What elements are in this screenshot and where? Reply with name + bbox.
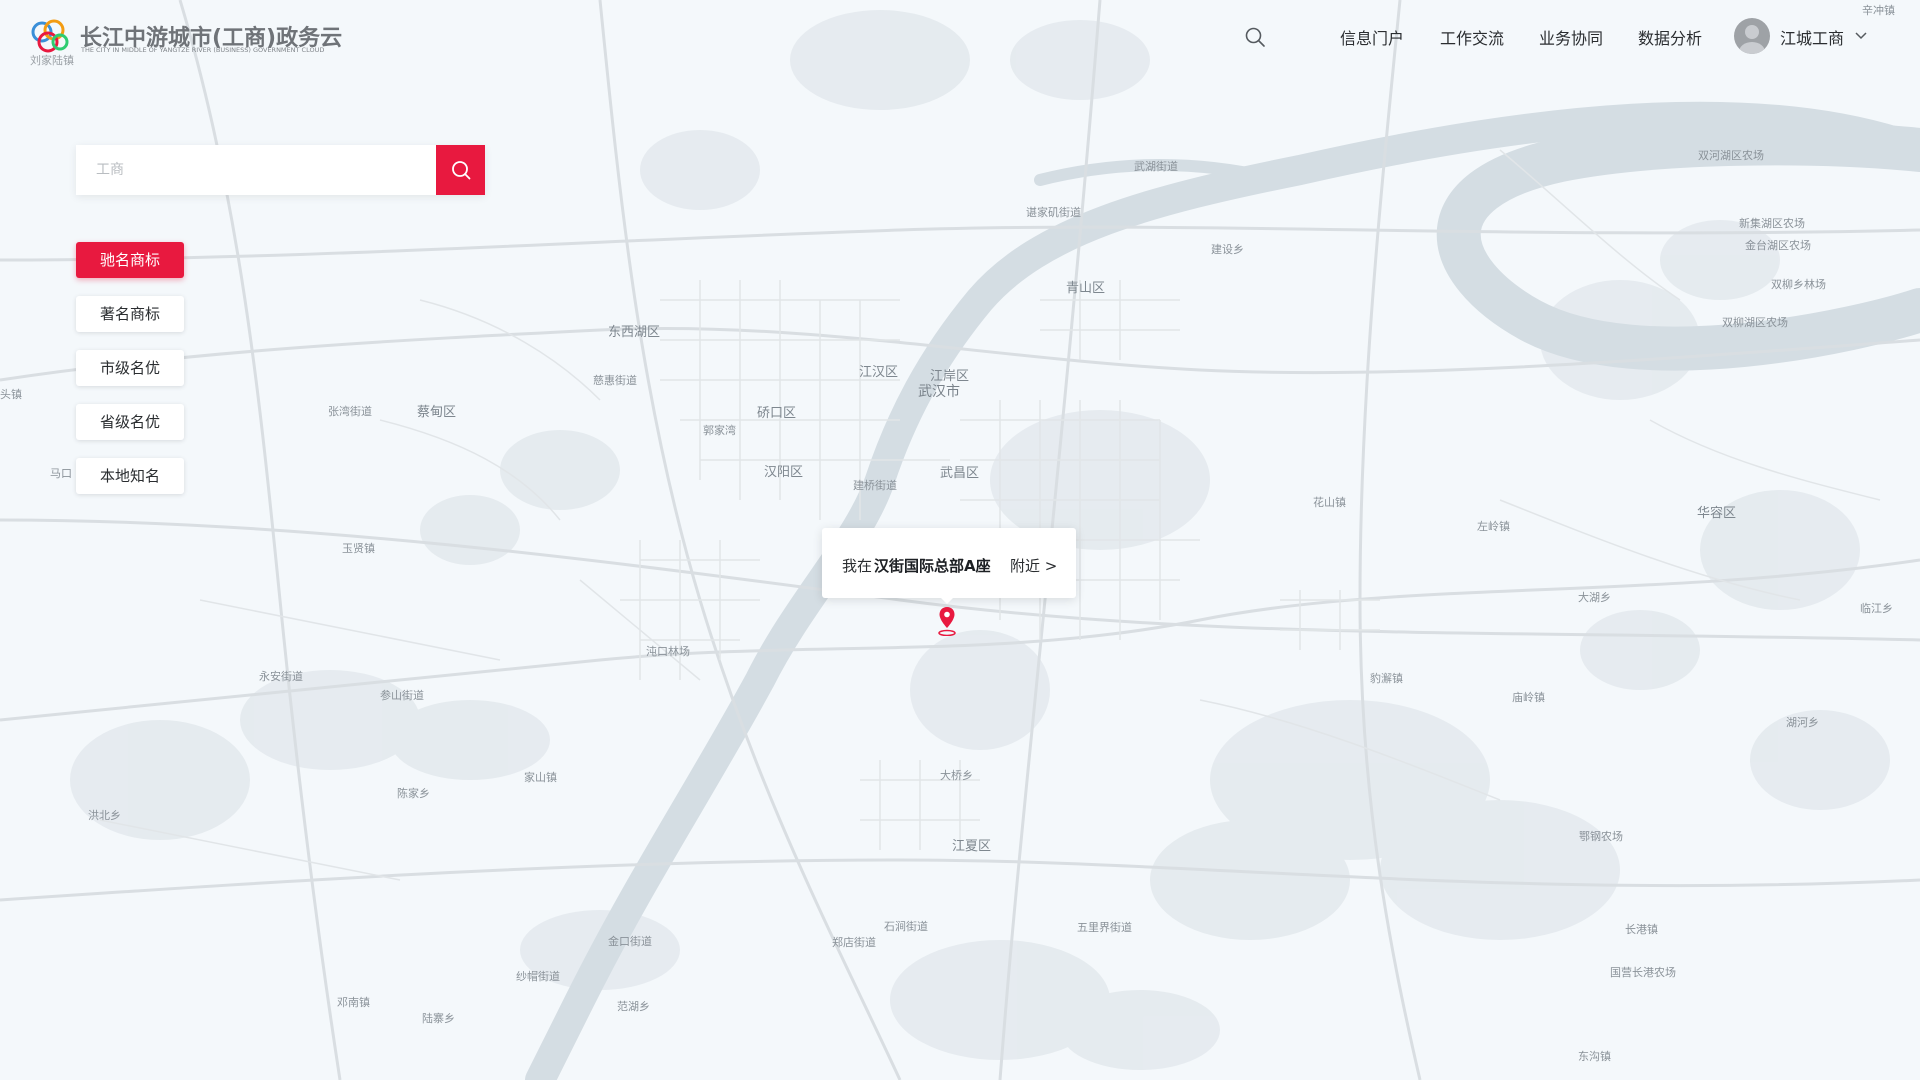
map-label: 范湖乡 [617,999,650,1013]
location-popup[interactable]: 我在 汉街国际总部A座 附近 > [822,528,1076,604]
map-label: 郑店街道 [832,935,876,949]
logo-place-label: 刘家陆镇 [30,54,74,67]
map-label: 五里界街道 [1077,920,1132,934]
top-header: 长江中游城市(工商)政务云 THE CITY IN MIDDLE OF YANG… [0,0,1920,74]
avatar-icon[interactable] [1734,18,1770,54]
map-label: 陈家乡 [397,786,430,800]
nav-data-analysis[interactable]: 数据分析 [1638,25,1702,49]
filter-local-known[interactable]: 本地知名 [76,458,184,494]
filter-city-quality[interactable]: 市级名优 [76,350,184,386]
map-label: 谌家矶街道 [1026,205,1081,219]
map-label: 头镇 [0,387,22,401]
map-app: 武湖街道 谌家矶街道 建设乡 青山区 东西湖区 江汉区 江岸区 武汉市 硚口区 … [0,0,1920,1080]
map-label: 慈惠街道 [593,373,637,387]
map-label: 玉贤镇 [342,541,375,555]
map-label: 沌口林场 [646,644,690,658]
popup-place-name: 汉街国际总部A座 [874,557,991,575]
map-label: 蔡甸区 [417,405,456,420]
map-label: 硚口区 [757,406,796,421]
nav-info-portal[interactable]: 信息门户 [1340,25,1404,49]
map-label: 武湖街道 [1134,159,1178,173]
map-label: 建设乡 [1211,242,1244,256]
map-label: 豹澥镇 [1370,671,1403,685]
map-label: 双柳乡林场 [1771,277,1826,291]
map-label: 长港镇 [1625,922,1658,936]
map-label: 青山区 [1066,281,1105,296]
map-label: 金口街道 [608,934,652,948]
search-icon [452,161,471,180]
search-button[interactable] [436,145,485,195]
map-label: 花山镇 [1313,495,1346,509]
map-label: 邓南镇 [337,995,370,1009]
popup-prefix: 我在 [842,557,873,575]
map-label: 陆寨乡 [422,1011,455,1025]
header-search-icon[interactable] [1243,25,1267,49]
map-label: 华容区 [1697,505,1736,521]
chevron-down-icon[interactable] [1854,28,1868,42]
map-label: 江岸区 [930,369,969,384]
map-label: 新集湖区农场 [1739,216,1805,230]
map-label: 建桥街道 [853,478,897,492]
map-label: 鄂钢农场 [1579,829,1623,843]
map-label: 庙岭镇 [1512,690,1545,704]
location-marker-icon[interactable] [936,606,958,636]
map-label: 东西湖区 [608,325,660,340]
map-label: 张湾街道 [328,404,372,418]
filter-renowned-trademark[interactable]: 著名商标 [76,296,184,332]
map-search-box [76,145,485,195]
map-label: 家山镇 [524,770,557,784]
logo-subtitle: THE CITY IN MIDDLE OF YANGTZE RIVER (BUS… [81,46,325,54]
popup-arrow [939,596,955,604]
map-label: 国营长港农场 [1610,965,1676,979]
user-menu[interactable]: 江城工商 [1734,18,1904,54]
map-label: 汉阳区 [764,465,803,480]
map-label: 郭家湾 [703,423,736,437]
popup-nearby-link[interactable]: 附近 > [1010,555,1057,576]
map-label: 洪北乡 [88,808,121,822]
map-label: 湖河乡 [1786,716,1819,729]
map-label: 纱帽街道 [516,969,560,983]
map-label: 武汉市 [918,383,960,400]
map-label: 参山街道 [380,688,424,702]
map-label: 双河湖区农场 [1698,148,1764,162]
nav-business-collab[interactable]: 业务协同 [1539,25,1603,49]
map-label: 大湖乡 [1578,590,1611,604]
map-label: 江夏区 [952,839,991,854]
filter-famous-trademark[interactable]: 驰名商标 [76,242,184,278]
filter-province-quality[interactable]: 省级名优 [76,404,184,440]
map-label: 石涧街道 [884,919,928,933]
map-label: 江汉区 [859,365,898,380]
nav-work-exchange[interactable]: 工作交流 [1440,25,1504,49]
map-label: 大桥乡 [940,768,973,782]
map-label: 武昌区 [940,466,979,481]
map-label: 永安街道 [259,669,303,683]
map-label: 金台湖区农场 [1745,238,1811,252]
search-input[interactable] [76,145,433,195]
map-label: 临江乡 [1860,601,1893,615]
map-label: 东沟镇 [1578,1049,1611,1063]
map-label: 双柳湖区农场 [1722,315,1788,329]
logo[interactable]: 长江中游城市(工商)政务云 THE CITY IN MIDDLE OF YANG… [28,18,342,67]
user-name[interactable]: 江城工商 [1780,25,1844,49]
map-label: 左岭镇 [1477,519,1510,533]
map-label: 马口 [50,467,72,480]
